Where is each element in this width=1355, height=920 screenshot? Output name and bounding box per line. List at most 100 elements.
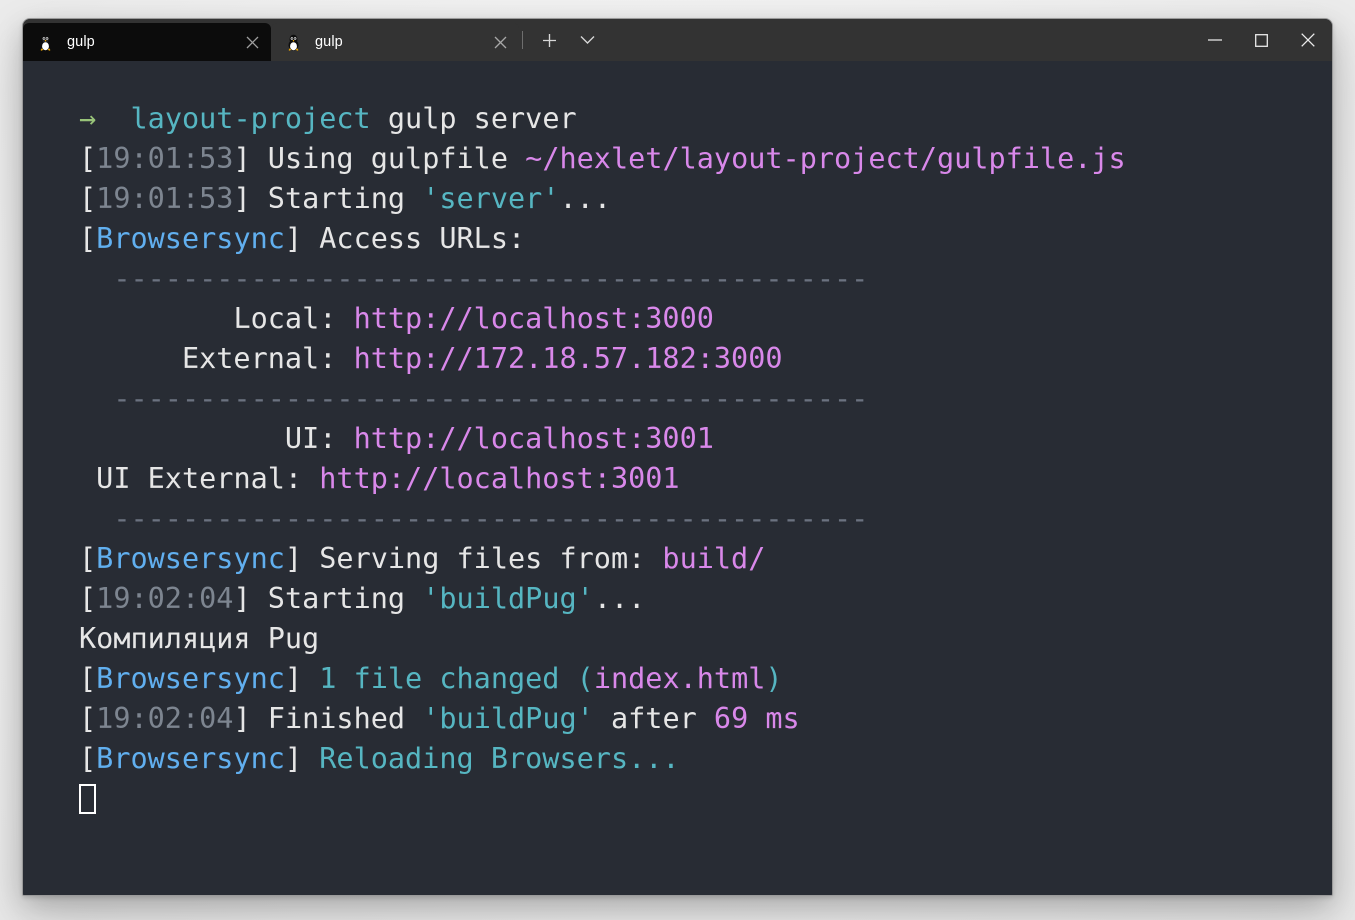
log-text: Starting [251,182,423,215]
tab-close-icon[interactable] [487,29,513,55]
tux-icon [285,33,302,51]
tab-strip: gulp [23,19,1192,61]
log-line-using-gulpfile: [19:01:53] Using gulpfile ~/hexlet/layou… [79,139,1332,179]
close-icon [1301,33,1315,47]
bracket-close: ] [233,182,250,215]
log-text: Starting [251,582,423,615]
tab-title: gulp [67,34,239,50]
bracket-open: [ [79,222,96,255]
tabstrip-divider [522,31,523,49]
bracket-open: [ [79,702,96,735]
maximize-button[interactable] [1238,19,1284,61]
bracket-close: ] [233,142,250,175]
separator-dashes: ----------------------------------------… [113,262,868,295]
terminal-body[interactable]: → layout-project gulp server [19:01:53] … [23,61,1332,895]
new-tab-button[interactable] [532,23,566,57]
plus-icon [542,33,557,48]
bracket-open: [ [79,582,96,615]
url-label: External: [182,342,336,375]
url-line-local: Local: http://localhost:3000 [79,299,1332,339]
window-controls [1192,19,1332,61]
timestamp: 19:02:04 [96,702,233,735]
gulpfile-path: ~/hexlet/layout-project/gulpfile.js [525,142,1126,175]
log-suffix: ... [560,182,611,215]
log-line-starting-buildpug: [19:02:04] Starting 'buildPug'... [79,579,1332,619]
timestamp: 19:01:53 [96,142,233,175]
timestamp: 19:01:53 [96,182,233,215]
minimize-button[interactable] [1192,19,1238,61]
task-name: 'buildPug' [422,582,594,615]
terminal-window: gulp [22,18,1333,896]
log-text: 1 file changed [302,662,577,695]
log-line-starting-server: [19:01:53] Starting 'server'... [79,179,1332,219]
paren-close: ) [765,662,782,695]
log-line-finished-buildpug: [19:02:04] Finished 'buildPug' after 69 … [79,699,1332,739]
text-cursor [79,784,96,814]
separator-line-1: ----------------------------------------… [79,259,1332,299]
bracket-open: [ [79,662,96,695]
url-line-external: External: http://172.18.57.182:3000 [79,339,1332,379]
log-line-reloading: [Browsersync] Reloading Browsers... [79,739,1332,779]
titlebar: gulp [23,19,1332,61]
close-window-button[interactable] [1284,19,1332,61]
prompt-command: gulp server [388,102,577,135]
tab-dropdown-button[interactable] [570,23,604,57]
compile-message: Компиляция Pug [79,622,319,655]
prompt-directory: layout-project [131,102,371,135]
log-text: Access URLs: [302,222,525,255]
chevron-down-icon [580,35,595,45]
tab-gulp-2[interactable]: gulp [271,23,519,61]
url-line-ui: UI: http://localhost:3001 [79,419,1332,459]
bracket-close: ] [285,662,302,695]
bracket-close: ] [233,582,250,615]
url-label: UI External: [96,462,302,495]
bracket-close: ] [233,702,250,735]
terminal-output: → layout-project gulp server [19:01:53] … [23,79,1332,819]
log-text: Using gulpfile [251,142,526,175]
log-text: Finished [251,702,423,735]
task-name: 'buildPug' [422,702,594,735]
separator-dashes: ----------------------------------------… [113,382,868,415]
changed-file: index.html [594,662,766,695]
bracket-open: [ [79,142,96,175]
browsersync-tag: Browsersync [96,542,285,575]
task-name: 'server' [422,182,559,215]
bracket-open: [ [79,542,96,575]
browsersync-tag: Browsersync [96,662,285,695]
paren-open: ( [577,662,594,695]
timestamp: 19:02:04 [96,582,233,615]
tab-close-icon[interactable] [239,29,265,55]
tux-icon [37,33,54,51]
log-line-access-urls: [Browsersync] Access URLs: [79,219,1332,259]
log-line-compile-message: Компиляция Pug [79,619,1332,659]
url-line-ui-external: UI External: http://localhost:3001 [79,459,1332,499]
url-value[interactable]: http://localhost:3000 [354,302,714,335]
prompt-arrow-icon: → [79,102,96,135]
log-text: Serving files from: [302,542,662,575]
separator-line-2: ----------------------------------------… [79,379,1332,419]
bracket-close: ] [285,742,302,775]
prompt-line: → layout-project gulp server [79,99,1332,139]
log-text: Reloading Browsers... [302,742,680,775]
url-label: Local: [233,302,336,335]
browsersync-tag: Browsersync [96,742,285,775]
serving-path: build/ [662,542,765,575]
tab-title: gulp [315,34,487,50]
url-value[interactable]: http://localhost:3001 [319,462,679,495]
bracket-open: [ [79,182,96,215]
log-line-file-changed: [Browsersync] 1 file changed (index.html… [79,659,1332,699]
separator-dashes: ----------------------------------------… [113,502,868,535]
url-value[interactable]: http://172.18.57.182:3000 [354,342,783,375]
bracket-close: ] [285,222,302,255]
tab-gulp-1[interactable]: gulp [23,23,271,61]
log-suffix: ... [594,582,645,615]
bracket-close: ] [285,542,302,575]
browsersync-tag: Browsersync [96,222,285,255]
log-mid: after [594,702,714,735]
url-value[interactable]: http://localhost:3001 [354,422,714,455]
minimize-icon [1208,39,1222,41]
duration: 69 ms [714,702,800,735]
url-label: UI: [285,422,336,455]
cursor-line [79,779,1332,819]
log-line-serving-files: [Browsersync] Serving files from: build/ [79,539,1332,579]
